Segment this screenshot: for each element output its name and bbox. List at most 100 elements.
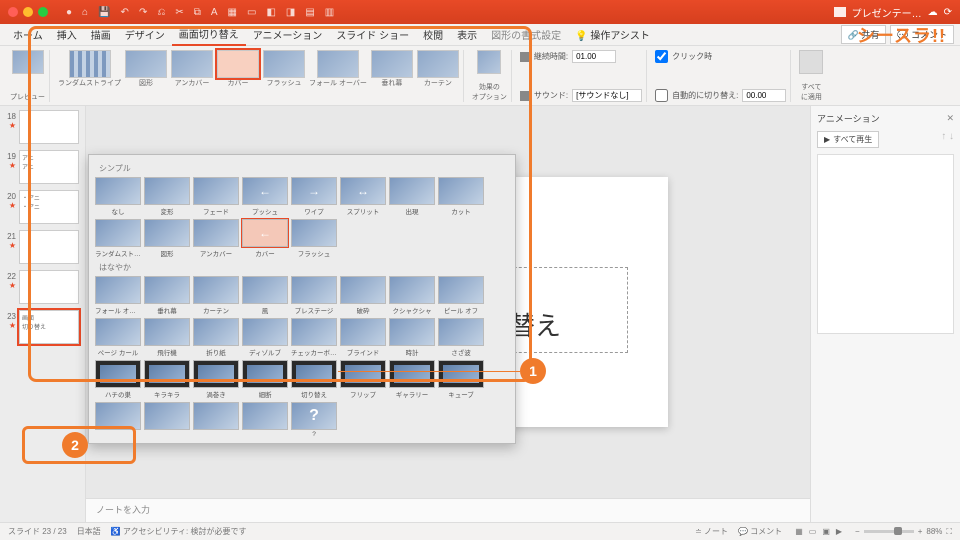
gallery-item[interactable] bbox=[193, 402, 239, 438]
gallery-item[interactable]: チェッカーボード bbox=[291, 318, 337, 357]
gallery-item[interactable] bbox=[242, 402, 288, 438]
gallery-item[interactable] bbox=[144, 402, 190, 438]
effect-options: 効果の オプション bbox=[468, 50, 512, 102]
tab-review[interactable]: 校閲 bbox=[416, 24, 450, 45]
gallery-item[interactable]: フェード bbox=[193, 177, 239, 216]
zoom-control[interactable]: −+ 88%⛶ bbox=[855, 527, 952, 537]
slide-thumb-18[interactable]: 18★ bbox=[2, 110, 83, 144]
effect-options-button[interactable] bbox=[477, 50, 501, 74]
tab-transitions[interactable]: 画面切り替え bbox=[172, 23, 246, 46]
gallery-item[interactable]: ←カバー bbox=[242, 219, 288, 258]
transition-カーテン[interactable] bbox=[417, 50, 459, 78]
gallery-item[interactable]: キューブ bbox=[438, 360, 484, 399]
tab-design[interactable]: デザイン bbox=[118, 24, 172, 45]
document-title: プレゼンテー… ☁ ⟳ bbox=[834, 5, 952, 20]
preview-icon[interactable] bbox=[12, 50, 44, 74]
tab-view[interactable]: 表示 bbox=[450, 24, 484, 45]
gallery-item[interactable]: キラキラ bbox=[144, 360, 190, 399]
transition-図形[interactable] bbox=[125, 50, 167, 78]
gallery-item[interactable]: ブラインド bbox=[340, 318, 386, 357]
callout-line-1 bbox=[338, 371, 520, 372]
gallery-item[interactable]: 垂れ幕 bbox=[144, 276, 190, 315]
gallery-item[interactable]: ディゾルブ bbox=[242, 318, 288, 357]
animation-pane: アニメーション✕ ▶ すべて再生 ↑ ↓ bbox=[810, 106, 960, 522]
transition-ランダムストライプ[interactable] bbox=[69, 50, 111, 78]
tab-animations[interactable]: アニメーション bbox=[246, 24, 330, 45]
gallery-item[interactable]: 折り紙 bbox=[193, 318, 239, 357]
gallery-item[interactable]: 変形 bbox=[144, 177, 190, 216]
view-buttons[interactable]: ▦▭▣▶ bbox=[792, 527, 845, 536]
transition-gallery-popup: シンプル なし変形フェード←プッシュ→ワイプ↔スプリット出現カットランダムストラ… bbox=[88, 154, 516, 444]
slide-thumb-20[interactable]: 20★・アニ ・アニ bbox=[2, 190, 83, 224]
gallery-item[interactable]: 切り替え bbox=[291, 360, 337, 399]
animation-list[interactable] bbox=[817, 154, 954, 334]
gallery-item[interactable] bbox=[95, 402, 141, 438]
on-click-checkbox[interactable] bbox=[655, 50, 668, 63]
sound-icon bbox=[520, 91, 530, 101]
gallery-item[interactable]: ハチの巣 bbox=[95, 360, 141, 399]
gallery-item[interactable]: フラッシュ bbox=[291, 219, 337, 258]
gallery-item[interactable]: ↔スプリット bbox=[340, 177, 386, 216]
slide-counter: スライド 23 / 23 bbox=[8, 526, 67, 537]
slide-thumbnails[interactable]: 18★ 19★アニ アニ 20★・アニ ・アニ 21★ 22★ 23★画面 切り替え bbox=[0, 106, 86, 522]
apply-all-group: すべて に適用 bbox=[795, 50, 827, 102]
gallery-item[interactable]: プレステージ bbox=[291, 276, 337, 315]
close-icon[interactable]: ✕ bbox=[946, 113, 954, 124]
transition-フラッシュ[interactable] bbox=[263, 50, 305, 78]
apply-all-button[interactable] bbox=[799, 50, 823, 74]
gallery-item[interactable]: 図形 bbox=[144, 219, 190, 258]
transition-カバー[interactable] bbox=[217, 50, 259, 78]
gallery-item[interactable]: カーテン bbox=[193, 276, 239, 315]
tab-format[interactable]: 図形の書式設定 bbox=[484, 24, 568, 45]
gallery-item[interactable]: →ワイプ bbox=[291, 177, 337, 216]
gallery-item[interactable]: ? bbox=[291, 402, 337, 438]
auto-time-input[interactable] bbox=[742, 89, 786, 102]
quick-access-toolbar[interactable]: ●⌂💾↶↷ ⎌✂⧉A▦▭◧◨▤▥ bbox=[66, 7, 334, 18]
gallery-item[interactable]: 時計 bbox=[389, 318, 435, 357]
gallery-item[interactable]: カット bbox=[438, 177, 484, 216]
comments-toggle[interactable]: 💬 コメント bbox=[738, 526, 782, 537]
auto-advance-checkbox[interactable] bbox=[655, 89, 668, 102]
gallery-item[interactable]: さざ波 bbox=[438, 318, 484, 357]
gallery-item[interactable]: ページ カール bbox=[95, 318, 141, 357]
gallery-item[interactable]: フォール オーバー bbox=[95, 276, 141, 315]
preview-group: プレビュー bbox=[6, 50, 50, 102]
gallery-item[interactable]: 破砕 bbox=[340, 276, 386, 315]
transition-垂れ幕[interactable] bbox=[371, 50, 413, 78]
gallery-item[interactable]: フリップ bbox=[340, 360, 386, 399]
gallery-item[interactable]: アンカバー bbox=[193, 219, 239, 258]
tab-draw[interactable]: 描画 bbox=[84, 24, 118, 45]
gallery-item[interactable]: 風 bbox=[242, 276, 288, 315]
gallery-item[interactable]: ギャラリー bbox=[389, 360, 435, 399]
tab-home[interactable]: ホーム bbox=[6, 24, 50, 45]
notes-pane[interactable]: ノートを入力 bbox=[86, 498, 810, 522]
gallery-item[interactable]: クシャクシャ bbox=[389, 276, 435, 315]
ribbon-tabs: ホーム 挿入 描画 デザイン 画面切り替え アニメーション スライド ショー 校… bbox=[0, 24, 960, 46]
tab-assist[interactable]: 💡 操作アシスト bbox=[568, 24, 657, 45]
notes-toggle[interactable]: ≐ ノート bbox=[695, 526, 728, 537]
duration-input[interactable] bbox=[572, 50, 616, 63]
transition-アンカバー[interactable] bbox=[171, 50, 213, 78]
language-status[interactable]: 日本語 bbox=[77, 526, 101, 537]
reorder-arrows[interactable]: ↑ ↓ bbox=[941, 131, 954, 142]
slide-thumb-19[interactable]: 19★アニ アニ bbox=[2, 150, 83, 184]
gallery-item[interactable]: 飛行機 bbox=[144, 318, 190, 357]
gallery-item[interactable]: 出現 bbox=[389, 177, 435, 216]
gallery-item[interactable]: なし bbox=[95, 177, 141, 216]
gallery-item[interactable]: 細断 bbox=[242, 360, 288, 399]
gallery-item[interactable]: 渦巻き bbox=[193, 360, 239, 399]
window-controls[interactable] bbox=[8, 7, 48, 17]
gallery-item[interactable]: ピール オフ bbox=[438, 276, 484, 315]
sound-select[interactable] bbox=[572, 89, 642, 102]
gallery-item[interactable]: ←プッシュ bbox=[242, 177, 288, 216]
ribbon: プレビュー ランダムストライプ図形アンカバーカバーフラッシュフォール オーバー垂… bbox=[0, 46, 960, 106]
slide-thumb-23[interactable]: 23★画面 切り替え bbox=[2, 310, 83, 344]
slide-thumb-22[interactable]: 22★ bbox=[2, 270, 83, 304]
accessibility-status[interactable]: ♿ アクセシビリティ: 検討が必要です bbox=[111, 526, 247, 537]
gallery-item[interactable]: ランダムストライプ bbox=[95, 219, 141, 258]
slide-thumb-21[interactable]: 21★ bbox=[2, 230, 83, 264]
tab-slideshow[interactable]: スライド ショー bbox=[329, 24, 416, 45]
transition-フォール オーバー[interactable] bbox=[317, 50, 359, 78]
play-all-button[interactable]: ▶ すべて再生 bbox=[817, 131, 879, 148]
tab-insert[interactable]: 挿入 bbox=[50, 24, 84, 45]
